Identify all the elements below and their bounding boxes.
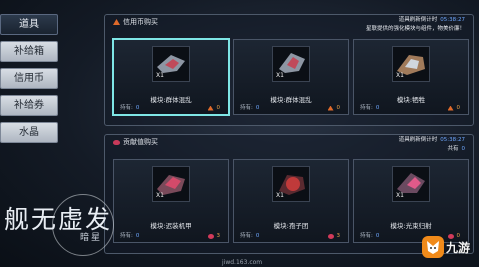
credit-purchase-panel: 信用币购买 道具刷新倒计时 05:38:27 星联提供的强化模块与组件，物美价廉！…	[104, 14, 474, 126]
shop-card[interactable]: X1 模块:孢子团 持有: 0 3	[233, 159, 349, 243]
item-quantity: X1	[276, 72, 284, 79]
credit-panel-header: 信用币购买	[113, 17, 158, 27]
credit-coin-icon	[207, 105, 214, 111]
sidebar-item-credits[interactable]: 信用币	[0, 68, 58, 89]
item-name: 模块:光束归射	[390, 222, 432, 230]
contribution-icon	[207, 233, 214, 239]
contrib-panel-header: 贡献值购买	[113, 137, 158, 147]
shop-card[interactable]: X1 模块:光束归射 持有: 0 0	[353, 159, 469, 243]
contrib-panel-title: 贡献值购买	[123, 138, 158, 146]
owned-count: 持有: 0	[360, 105, 380, 111]
credit-panel-title: 信用币购买	[123, 18, 158, 26]
owned-count: 持有: 0	[120, 105, 140, 111]
contribution-icon	[327, 233, 334, 239]
sidebar-item-supply-box[interactable]: 补给箱	[0, 41, 58, 62]
fox-icon	[422, 236, 444, 258]
item-quantity: X1	[156, 192, 164, 199]
brand-name: 九游	[446, 240, 471, 255]
item-quantity: X1	[396, 72, 404, 79]
item-quantity: X1	[396, 192, 404, 199]
owned-count: 持有: 0	[240, 105, 260, 111]
shop-card[interactable]: X1 模块:牺牲 持有: 0 0	[353, 39, 469, 115]
refresh-time: 05:38:27	[440, 137, 465, 143]
refresh-label: 道具刷新倒计时	[398, 17, 438, 23]
item-name: 模块:孢子团	[273, 222, 309, 230]
item-quantity: X1	[276, 192, 284, 199]
credit-panel-subtitle: 星联提供的强化模块与组件，物美价廉！	[365, 26, 465, 32]
logo-ring-icon	[52, 194, 114, 256]
credit-coin-icon	[327, 105, 334, 111]
contribution-icon	[113, 139, 120, 145]
shop-card[interactable]: X1 模块:群体混乱 持有: 0 0	[233, 39, 349, 115]
item-price: 3	[207, 233, 220, 239]
sidebar-item-supply-voucher[interactable]: 补给券	[0, 95, 58, 116]
refresh-label: 道具刷新倒计时	[398, 137, 438, 143]
owned-count: 持有: 0	[360, 233, 380, 239]
category-sidebar: 道具 补给箱 信用币 补给券 水晶	[0, 14, 58, 149]
item-quantity: X1	[156, 72, 164, 79]
shop-card[interactable]: X1 模块:迟装机甲 持有: 0 3	[113, 159, 229, 243]
item-price: 3	[327, 233, 340, 239]
credit-coin-icon	[113, 19, 120, 25]
credit-refresh-timer: 道具刷新倒计时 05:38:27 星联提供的强化模块与组件，物美价廉！	[366, 16, 465, 34]
sidebar-item-crystal[interactable]: 水晶	[0, 122, 58, 143]
item-price: 0	[207, 105, 220, 111]
contribution-purchase-panel: 贡献值购买 道具刷新倒计时 05:38:27 共有 0 X1 模块:迟装机甲 持有:…	[104, 134, 474, 254]
shop-card[interactable]: X1 模块:群体混乱 持有: 0 0	[112, 38, 230, 116]
owned-count: 持有: 0	[240, 233, 260, 239]
refresh-time: 05:38:27	[440, 17, 465, 23]
sidebar-item-items[interactable]: 道具	[0, 14, 58, 35]
item-price: 0	[447, 105, 460, 111]
owned-count: 持有: 0	[120, 233, 140, 239]
item-name: 模块:迟装机甲	[150, 222, 192, 230]
contrib-total: 共有 0	[447, 146, 465, 152]
item-price: 0	[327, 105, 340, 111]
logo-subtitle: 暗星	[80, 233, 103, 243]
credit-coin-icon	[447, 105, 454, 111]
contrib-refresh-timer: 道具刷新倒计时 05:38:27 共有 0	[399, 136, 465, 154]
brand-logo: 九游	[422, 236, 470, 258]
game-logo: 舰无虚发 暗星	[4, 194, 114, 256]
site-watermark: jiwd.163.com	[222, 259, 263, 266]
